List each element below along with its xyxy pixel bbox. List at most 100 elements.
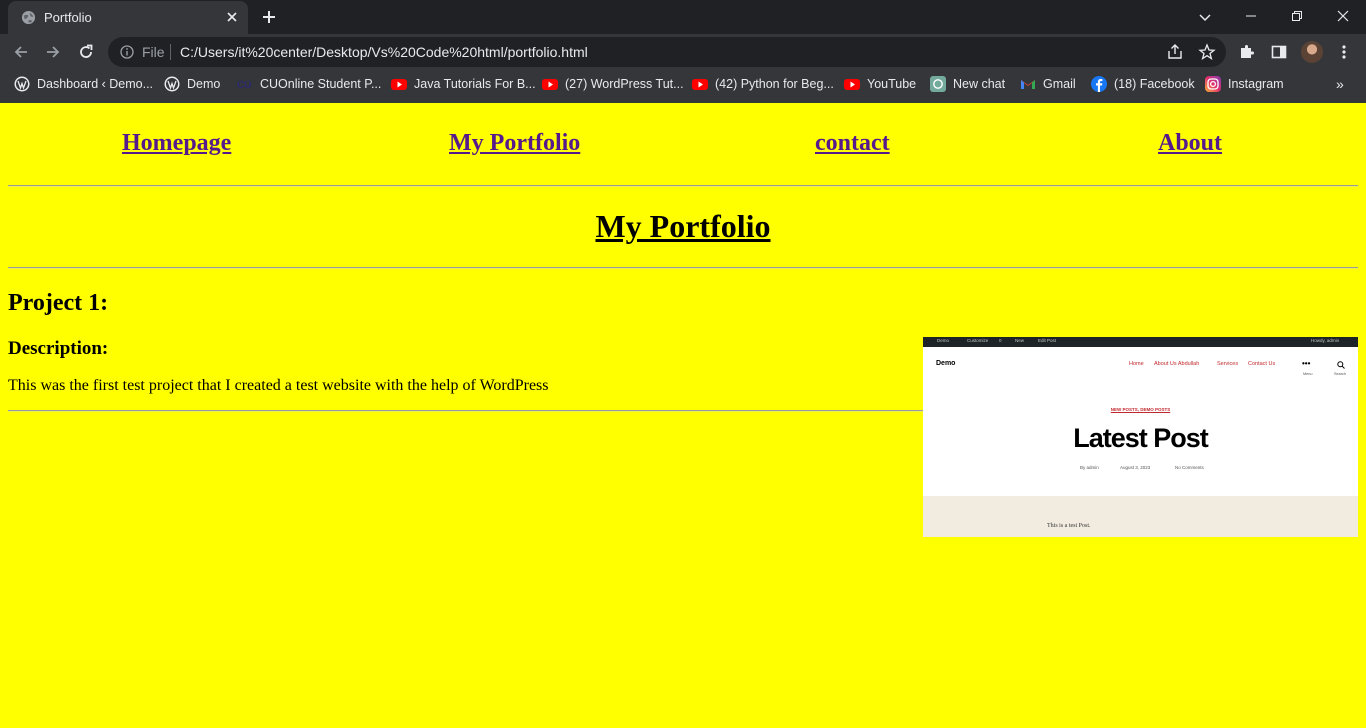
puzzle-icon (1241, 45, 1254, 58)
browser-chrome: Portfolio File C:/Users/it%20center/Desk… (0, 0, 1366, 103)
nav-link-homepage[interactable]: Homepage (122, 130, 231, 157)
reload-icon (80, 44, 93, 58)
wordpress-icon (164, 76, 180, 92)
svg-text:CU: CU (237, 80, 251, 91)
close-tab-icon[interactable] (224, 9, 240, 25)
extensions-button[interactable] (1237, 42, 1257, 62)
tab-strip: Portfolio (0, 0, 1366, 34)
reload-button[interactable] (75, 41, 97, 63)
description-heading: Description: (8, 338, 109, 359)
bookmark-item[interactable]: CU CUOnline Student P... (237, 74, 381, 94)
side-panel-button[interactable] (1269, 42, 1289, 62)
wp-admin-bar: Demo Customize 0 New Edit Post Howdy, ad… (923, 337, 1358, 347)
address-bar[interactable]: File C:/Users/it%20center/Desktop/Vs%20C… (108, 37, 1226, 67)
globe-icon (21, 10, 36, 25)
forward-arrow-icon (47, 46, 60, 58)
bookmark-item[interactable]: (42) Python for Beg... (692, 74, 834, 94)
bookmark-label: Java Tutorials For B... (414, 77, 536, 91)
profile-avatar[interactable] (1301, 41, 1323, 63)
thumb-meta-author: By admin (1080, 465, 1099, 470)
bookmark-item[interactable]: Java Tutorials For B... (391, 74, 536, 94)
forward-button[interactable] (42, 41, 64, 63)
divider (8, 185, 1358, 187)
back-button[interactable] (10, 41, 32, 63)
close-icon (1337, 10, 1349, 22)
new-tab-icon[interactable] (260, 8, 278, 26)
tab-portfolio[interactable]: Portfolio (8, 1, 248, 34)
admin-bar-item: New (1015, 338, 1025, 343)
cu-icon: CU (237, 76, 253, 92)
file-scheme-label: File (142, 44, 165, 60)
kebab-menu-icon (1342, 45, 1346, 59)
bookmarks-overflow-button[interactable]: » (1336, 76, 1350, 92)
bookmark-item[interactable]: (18) Facebook (1091, 74, 1195, 94)
thumb-search-icon (1337, 361, 1345, 369)
minimize-icon (1246, 15, 1256, 17)
page-content: Homepage My Portfolio contact About My P… (0, 103, 1366, 728)
instagram-icon (1205, 76, 1221, 92)
nav-link-my-portfolio[interactable]: My Portfolio (449, 130, 580, 157)
bookmark-label: Demo (187, 77, 221, 91)
restore-button[interactable] (1274, 0, 1320, 32)
restore-icon (1292, 11, 1302, 21)
thumb-menu-dots-icon: ••• (1302, 359, 1311, 368)
nav-link-contact[interactable]: contact (815, 130, 890, 157)
admin-bar-item: 0 (999, 338, 1002, 343)
bookmark-label: Dashboard ‹ Demo... (37, 77, 154, 91)
thumb-site-name: Demo (936, 360, 956, 367)
bookmark-item[interactable]: New chat (930, 74, 1005, 94)
bookmark-item[interactable]: YouTube (844, 74, 916, 94)
bookmark-item[interactable]: Instagram (1205, 74, 1284, 94)
thumb-menu-item: Home (1129, 361, 1144, 367)
divider (8, 267, 1358, 269)
info-icon[interactable] (120, 45, 134, 59)
bookmark-item[interactable]: (27) WordPress Tut... (542, 74, 684, 94)
menu-button[interactable] (1334, 42, 1354, 62)
bookmark-label: New chat (953, 77, 1006, 91)
thumb-post-content: This is a test Post. (923, 496, 1358, 537)
thumb-categories: NEW POSTS, DEMO POSTS (1110, 407, 1171, 412)
address-separator (170, 44, 171, 60)
back-arrow-icon (14, 46, 27, 58)
url-text[interactable]: C:/Users/it%20center/Desktop/Vs%20Code%2… (180, 44, 588, 60)
bookmark-label: Instagram (1228, 77, 1284, 91)
bookmarks-bar: Dashboard ‹ Demo... Demo CU CUOnline Stu… (0, 70, 1366, 98)
youtube-icon (692, 76, 708, 92)
thumb-menu-item: About Us Abdullah (1154, 361, 1200, 367)
minimize-button[interactable] (1228, 0, 1274, 32)
facebook-icon (1091, 76, 1107, 92)
description-text: This was the first test project that I c… (8, 377, 549, 394)
close-window-button[interactable] (1320, 0, 1366, 32)
chevron-down-icon[interactable] (1196, 8, 1214, 26)
youtube-icon (844, 76, 860, 92)
admin-bar-item: Customize (967, 338, 989, 343)
thumb-meta-comments: No Comments (1175, 465, 1204, 470)
bookmark-label: YouTube (867, 77, 917, 91)
bookmark-label: CUOnline Student P... (260, 77, 382, 91)
side-panel-icon (1271, 45, 1287, 59)
bookmark-label: Gmail (1043, 77, 1076, 91)
bookmark-item[interactable]: Gmail (1020, 74, 1076, 94)
page-title: My Portfolio (595, 208, 771, 244)
youtube-icon (391, 76, 407, 92)
share-icon[interactable] (1166, 43, 1184, 61)
thumb-post-title: Latest Post (1073, 423, 1209, 453)
thumb-meta-date: August 3, 2023 (1120, 465, 1151, 470)
gmail-icon (1020, 76, 1036, 92)
nav-link-about[interactable]: About (1158, 130, 1222, 157)
wordpress-icon (14, 76, 30, 92)
bookmark-label: (27) WordPress Tut... (565, 77, 684, 91)
divider (8, 410, 923, 412)
bookmark-item[interactable]: Dashboard ‹ Demo... (14, 74, 153, 94)
bookmark-item[interactable]: Demo (164, 74, 220, 94)
thumb-menu-item: Services (1217, 361, 1239, 367)
bookmark-label: (42) Python for Beg... (715, 77, 834, 91)
thumb-menu-item: Contact Us (1248, 361, 1276, 367)
admin-user: Howdy, admin (1311, 338, 1340, 343)
youtube-icon (542, 76, 558, 92)
thumb-search-label: Search (1334, 372, 1347, 376)
bookmark-star-icon[interactable] (1198, 43, 1216, 61)
admin-bar-item: Edit Post (1038, 338, 1057, 343)
admin-bar-item: Demo (937, 338, 950, 343)
tab-title: Portfolio (44, 10, 92, 25)
